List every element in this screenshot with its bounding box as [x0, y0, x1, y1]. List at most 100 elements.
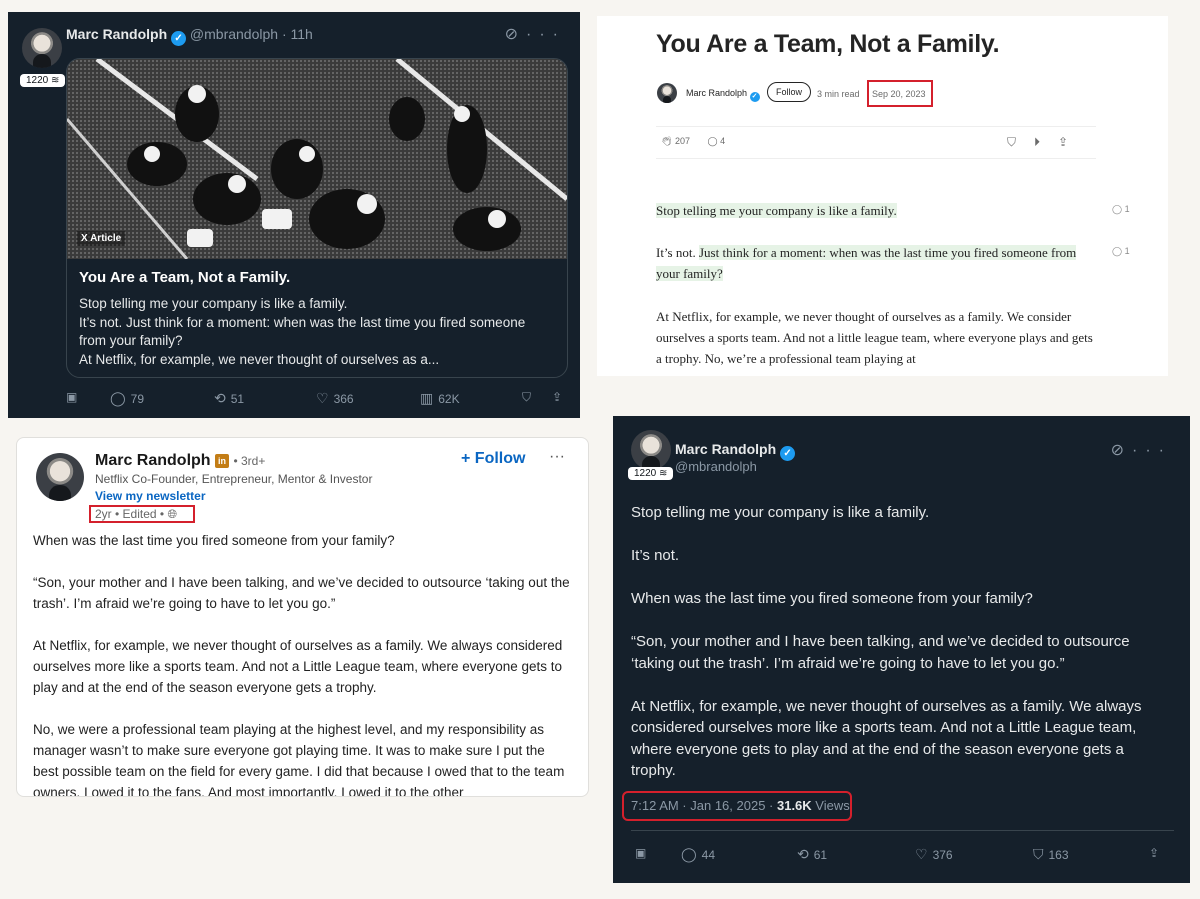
divider: [631, 830, 1174, 831]
post-paragraph: No, we were a professional team playing …: [33, 722, 565, 797]
avatar[interactable]: [36, 453, 84, 501]
save-icon[interactable]: ▣: [635, 846, 646, 860]
follow-button[interactable]: Follow: [767, 82, 812, 102]
plain-text: It’s not.: [656, 245, 699, 260]
repost-icon: ⟲: [214, 390, 226, 406]
post-time: · 11h: [281, 26, 313, 42]
reply-icon: ◯: [110, 390, 126, 406]
author-line: Marc Randolph in • 3rd+: [95, 452, 265, 470]
x-tweet-post: 1220 ≋ Marc Randolph ✓ @mbrandolph ⊘··· …: [613, 416, 1190, 883]
tweet-paragraph: When was the last time you fired someone…: [631, 590, 1033, 607]
avatar[interactable]: [22, 28, 62, 68]
time-highlight-box: [89, 505, 195, 523]
repost-icon: ⟲: [797, 846, 809, 862]
reply-button[interactable]: ◯ 44: [681, 846, 715, 863]
like-icon: ♡: [915, 846, 928, 862]
inline-comment-count[interactable]: ◯ 1: [1112, 246, 1130, 257]
views-icon: ▥: [420, 390, 434, 406]
author-handle[interactable]: @mbrandolph: [190, 26, 278, 42]
author-name[interactable]: Marc Randolph: [95, 452, 211, 469]
author-name[interactable]: Marc Randolph: [66, 26, 167, 42]
paragraph: At Netflix, for example, we never though…: [656, 309, 1093, 366]
like-count: 376: [932, 848, 953, 862]
repost-count: 51: [230, 392, 245, 406]
inline-comment-count[interactable]: ◯ 1: [1112, 204, 1130, 215]
post-top-actions: ⊘···: [505, 24, 566, 44]
views-button[interactable]: ▥ 62K: [420, 390, 460, 407]
play-icon[interactable]: ⏵: [1034, 135, 1058, 149]
save-article-icon[interactable]: ▣: [66, 390, 77, 404]
comment-count: 1: [1124, 246, 1130, 256]
paragraph: It’s not. Just think for a moment: when …: [656, 242, 1096, 284]
preview-line: Stop telling me your company is like a f…: [79, 296, 348, 311]
author-line: Marc Randolph ✓: [675, 441, 796, 461]
grok-icon[interactable]: ⊘: [1111, 442, 1132, 459]
like-button[interactable]: ♡ 376: [915, 846, 953, 863]
timestamp-highlight-box: [622, 791, 852, 821]
tweet-body: Stop telling me your company is like a f…: [631, 502, 1171, 803]
article-title[interactable]: You Are a Team, Not a Family.: [79, 269, 290, 286]
comment-count: 1: [1124, 204, 1130, 214]
author-line: Marc Randolph ✓: [686, 88, 760, 102]
article-title: You Are a Team, Not a Family.: [656, 30, 1000, 58]
share-icon[interactable]: ⇪: [552, 390, 562, 404]
tweet-paragraph: “Son, your mother and I have been talkin…: [631, 633, 1130, 672]
like-count: 366: [333, 392, 354, 406]
article-toolbar: ⛉⏵⇪: [1007, 135, 1086, 150]
grok-icon[interactable]: ⊘: [505, 26, 526, 43]
verified-icon: ✓: [780, 446, 796, 461]
share-icon[interactable]: ⇪: [1058, 135, 1086, 149]
read-time: 3 min read: [817, 89, 860, 99]
bookmark-count: 163: [1048, 848, 1069, 862]
reply-button[interactable]: ◯ 79: [110, 390, 144, 407]
bookmark-icon[interactable]: ⛉: [1007, 135, 1034, 149]
article-label: X Article: [77, 231, 126, 246]
medium-article: You Are a Team, Not a Family. Marc Rando…: [597, 16, 1168, 376]
post-paragraph: At Netflix, for example, we never though…: [33, 638, 563, 695]
bookmark-button[interactable]: ⛉ 163: [1033, 846, 1069, 863]
post-body: When was the last time you fired someone…: [33, 530, 573, 797]
post-header: Marc Randolph ✓ @mbrandolph · 11h: [66, 26, 313, 46]
author-handle[interactable]: @mbrandolph: [675, 459, 757, 474]
bookmark-icon[interactable]: ⛉: [522, 390, 531, 405]
like-icon: ♡: [316, 390, 329, 406]
tweet-paragraph: It’s not.: [631, 547, 680, 564]
highlighted-text[interactable]: Stop telling me your company is like a f…: [656, 203, 897, 218]
subscriber-badge: 1220 ≋: [20, 74, 66, 87]
bookmark-icon: ⛉: [1033, 846, 1044, 862]
more-icon[interactable]: ···: [1132, 442, 1172, 459]
avatar[interactable]: [657, 83, 677, 103]
highlighted-text[interactable]: Just think for a moment: when was the la…: [656, 245, 1077, 281]
linkedin-post: Marc Randolph in • 3rd+ Netflix Co-Found…: [16, 437, 589, 797]
avatar[interactable]: [631, 430, 671, 470]
preview-line: At Netflix, for example, we never though…: [79, 351, 440, 367]
author-name[interactable]: Marc Randolph: [686, 88, 747, 98]
author-name[interactable]: Marc Randolph: [675, 441, 776, 457]
like-button[interactable]: ♡ 366: [316, 390, 354, 407]
clap-count: 207: [674, 136, 690, 146]
verified-icon: ✓: [171, 31, 187, 46]
clap-icon[interactable]: 👏︎: [661, 136, 672, 146]
more-icon[interactable]: ···: [526, 26, 566, 43]
reply-count: 79: [130, 392, 145, 406]
reply-count: 44: [701, 848, 716, 862]
divider: [656, 158, 1096, 159]
repost-button[interactable]: ⟲ 61: [797, 846, 827, 863]
football-photo: [67, 59, 567, 259]
views-count: 62K: [438, 392, 460, 406]
response-count: 4: [720, 136, 726, 146]
author-headline: Netflix Co-Founder, Entrepreneur, Mentor…: [95, 472, 373, 486]
preview-line: It’s not. Just think for a moment: when …: [79, 314, 526, 349]
newsletter-link[interactable]: View my newsletter: [95, 489, 206, 503]
repost-button[interactable]: ⟲ 51: [214, 390, 244, 407]
post-paragraph: “Son, your mother and I have been talkin…: [33, 575, 570, 611]
more-icon[interactable]: ···: [549, 448, 565, 466]
connection-degree: • 3rd+: [233, 454, 266, 468]
article-stats: 👏︎ 207 ◯ 4: [661, 136, 725, 147]
paragraph: Stop telling me your company is like a f…: [656, 200, 1096, 221]
comment-icon[interactable]: ◯: [708, 136, 718, 146]
share-icon[interactable]: ⇪: [1149, 846, 1159, 860]
linkedin-premium-icon: in: [215, 454, 230, 468]
article-card[interactable]: X Article You Are a Team, Not a Family. …: [66, 58, 568, 378]
follow-button[interactable]: + Follow: [461, 450, 525, 468]
